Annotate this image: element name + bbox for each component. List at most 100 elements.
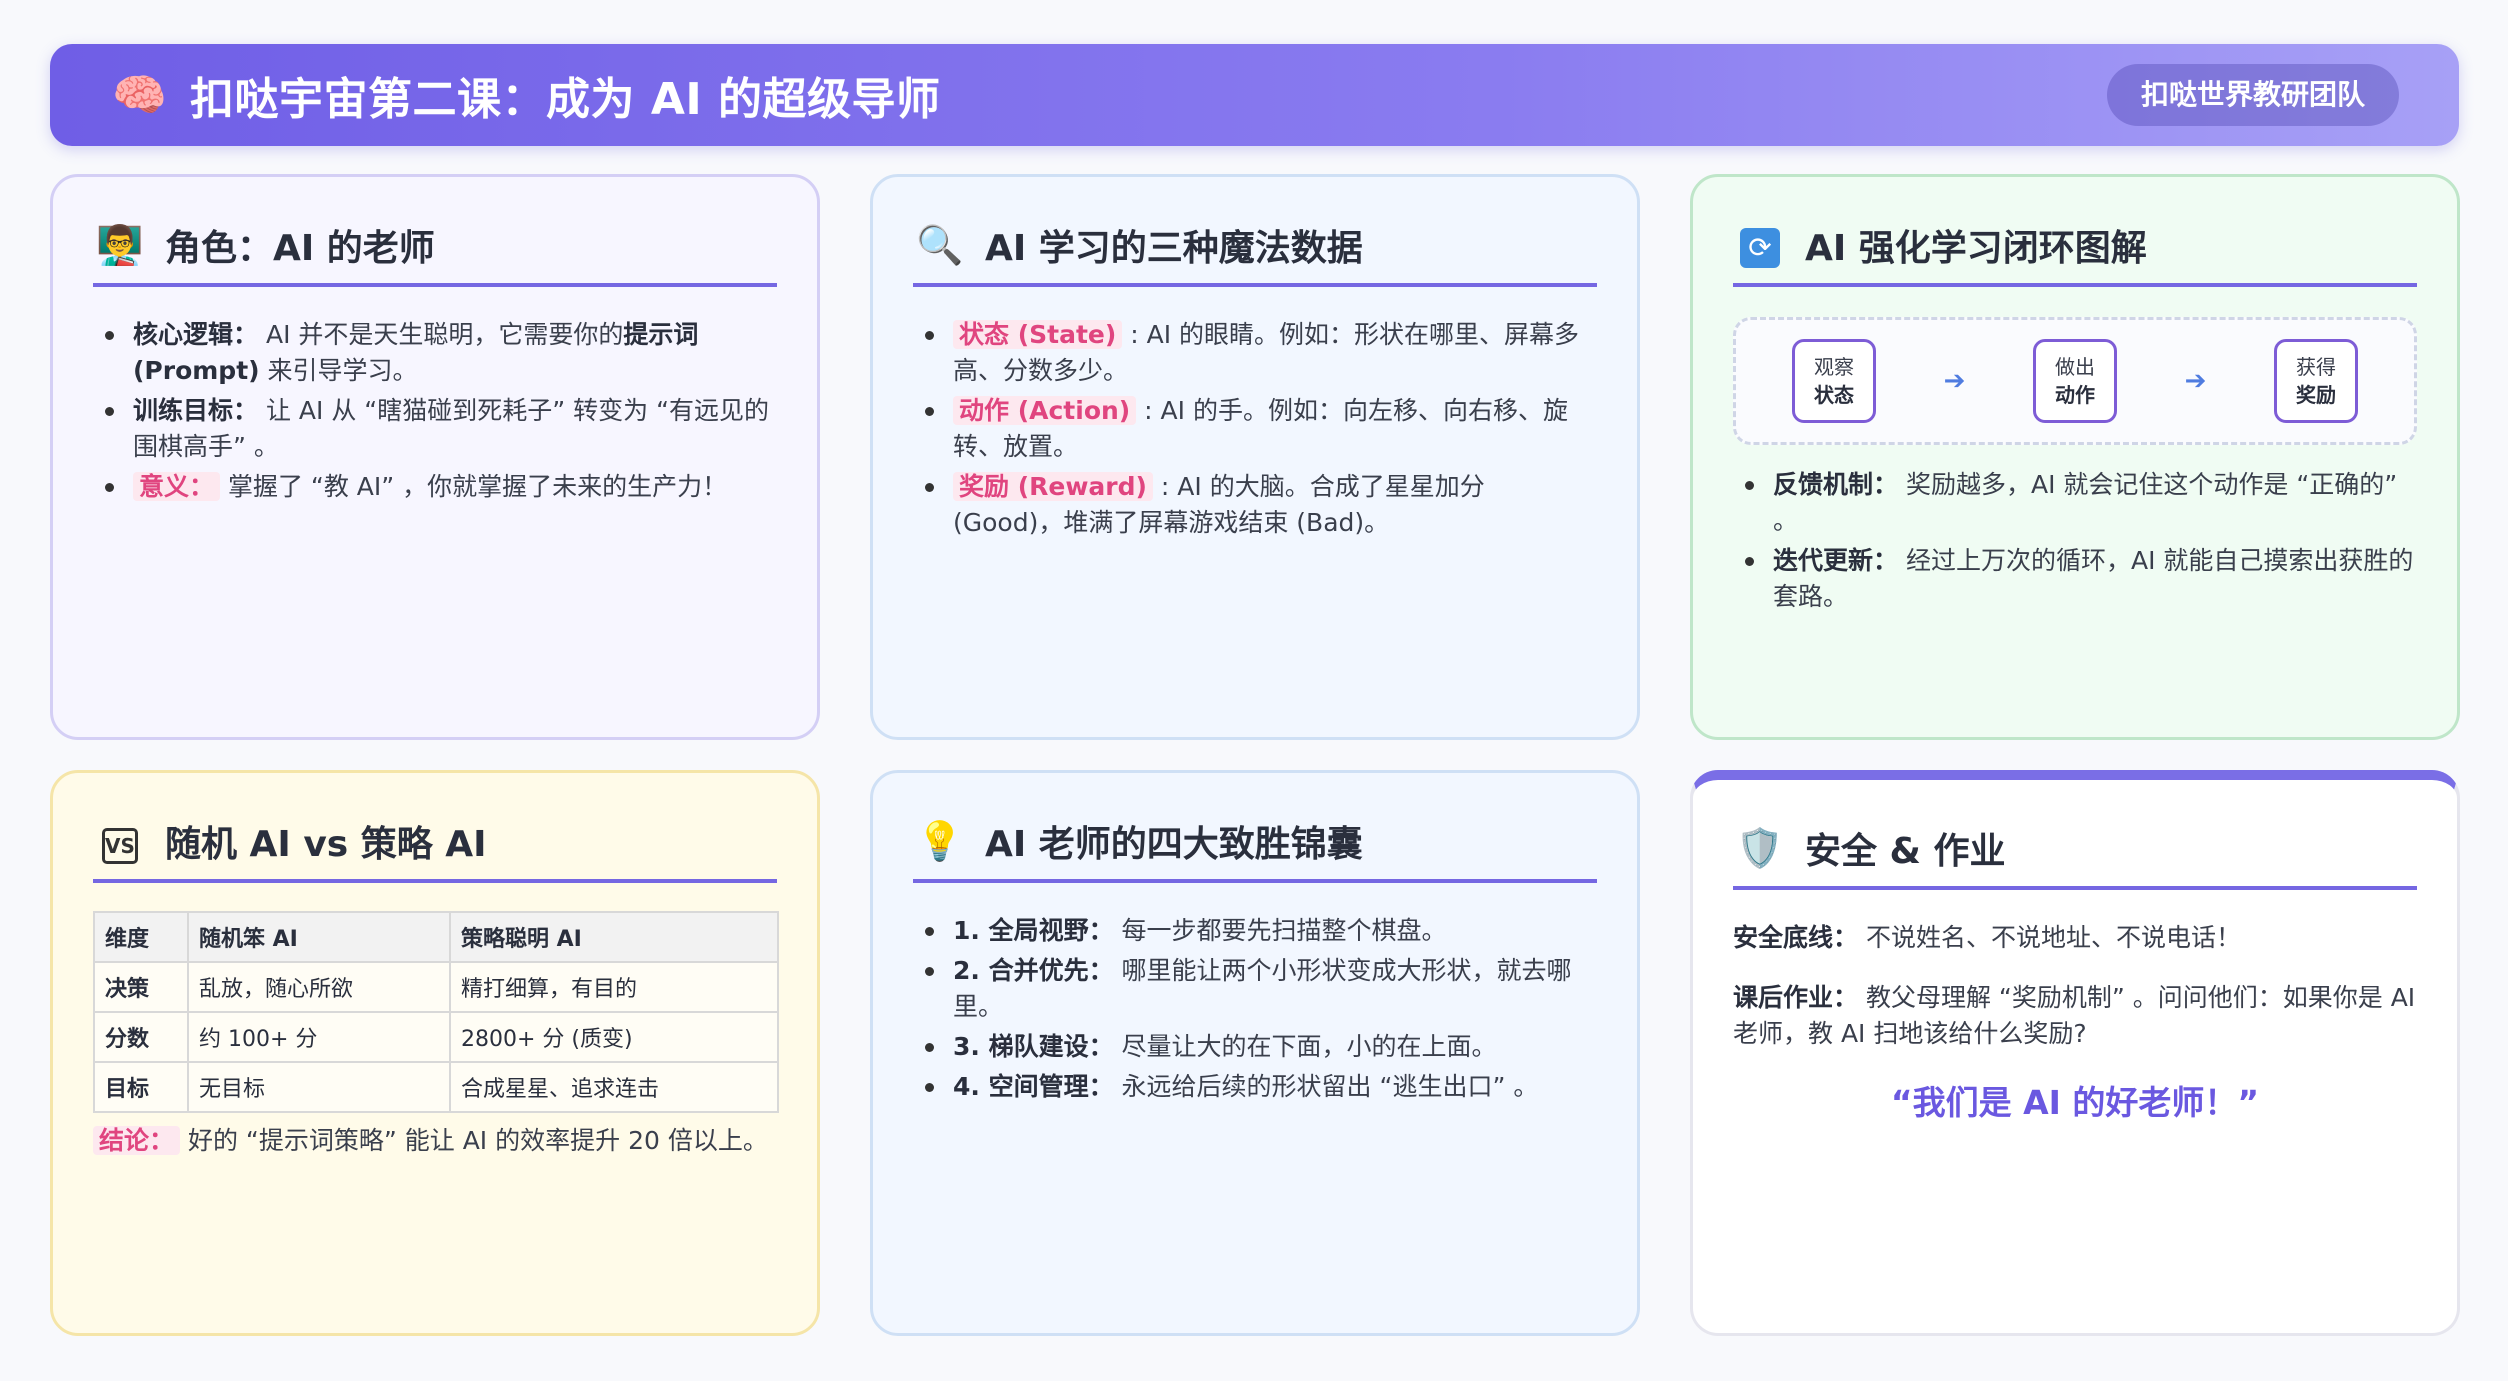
step-top-label: 做出 bbox=[2054, 355, 2095, 379]
card-header: ⟳ AI 强化学习闭环图解 bbox=[1733, 207, 2417, 287]
table-cell: 目标 bbox=[93, 1061, 189, 1113]
item-label: 奖励 (Reward) bbox=[953, 472, 1153, 501]
conclusion: 结论： 好的 “提示词策略” 能让 AI 的效率提升 20 倍以上。 bbox=[93, 1123, 777, 1159]
item-label: 1. 全局视野： bbox=[953, 916, 1114, 945]
bullet-list: 反馈机制： 奖励越多，AI 就会记住这个动作是 “正确的” 。 迭代更新： 经过… bbox=[1733, 467, 2417, 615]
table-header: 维度 bbox=[93, 911, 189, 963]
card-title: 角色：AI 的老师 bbox=[165, 228, 435, 269]
conclusion-text: 好的 “提示词策略” 能让 AI 的效率提升 20 倍以上。 bbox=[180, 1126, 768, 1155]
list-item: 4. 空间管理： 永远给后续的形状留出 “逃生出口” 。 bbox=[913, 1069, 1597, 1105]
item-label: 状态 (State) bbox=[953, 320, 1123, 349]
list-item: 迭代更新： 经过上万次的循环，AI 就能自己摸索出获胜的套路。 bbox=[1733, 543, 2417, 615]
safety-text: 不说姓名、不说地址、不说电话！ bbox=[1858, 923, 2241, 952]
table-header-row: 维度 随机笨 AI 策略聪明 AI bbox=[93, 911, 779, 963]
bullet-list: 1. 全局视野： 每一步都要先扫描整个棋盘。 2. 合并优先： 哪里能让两个小形… bbox=[913, 913, 1597, 1105]
item-label: 4. 空间管理： bbox=[953, 1072, 1114, 1101]
card-title: 随机 AI vs 策略 AI bbox=[165, 824, 487, 865]
teacher-icon: 👨‍🏫 bbox=[96, 222, 144, 267]
loop-step-act: 做出 动作 bbox=[2032, 339, 2117, 423]
table-header: 随机笨 AI bbox=[187, 911, 451, 963]
step-bottom-label: 动作 bbox=[2054, 383, 2095, 407]
list-item: 反馈机制： 奖励越多，AI 就会记住这个动作是 “正确的” 。 bbox=[1733, 467, 2417, 539]
magnifier-icon: 🔍 bbox=[916, 222, 964, 267]
table-row: 目标 无目标 合成星星、追求连击 bbox=[93, 1061, 779, 1113]
item-label: 意义： bbox=[133, 472, 221, 501]
item-label: 训练目标： bbox=[133, 396, 259, 425]
table-cell: 精打细算，有目的 bbox=[449, 961, 779, 1013]
bullet-list: 核心逻辑： AI 并不是天生聪明，它需要你的提示词 (Prompt) 来引导学习… bbox=[93, 317, 777, 505]
item-label: 2. 合并优先： bbox=[953, 956, 1114, 985]
lightbulb-icon: 💡 bbox=[916, 818, 964, 863]
list-item: 3. 梯队建设： 尽量让大的在下面，小的在上面。 bbox=[913, 1029, 1597, 1065]
homework-label: 课后作业： bbox=[1733, 983, 1859, 1012]
card-title: AI 学习的三种魔法数据 bbox=[985, 228, 1363, 269]
step-bottom-label: 状态 bbox=[1814, 383, 1854, 407]
homework-line: 课后作业： 教父母理解 “奖励机制” 。问问他们：如果你是 AI 老师，教 AI… bbox=[1733, 980, 2417, 1052]
item-label: 动作 (Action) bbox=[953, 396, 1137, 425]
magic-data-card: 🔍 AI 学习的三种魔法数据 状态 (State) : AI 的眼睛。例如：形状… bbox=[870, 174, 1640, 740]
card-header: 💡 AI 老师的四大致胜锦囊 bbox=[913, 803, 1597, 883]
list-item: 奖励 (Reward) : AI 的大脑。合成了星星加分 (Good)，堆满了屏… bbox=[913, 469, 1597, 541]
item-text: 尽量让大的在下面，小的在上面。 bbox=[1113, 1032, 1497, 1061]
card-header: 🛡️ 安全 & 作业 bbox=[1733, 810, 2417, 890]
arrow-right-icon: ➔ bbox=[2184, 366, 2207, 396]
table-cell: 无目标 bbox=[187, 1061, 451, 1113]
shield-icon: 🛡️ bbox=[1736, 825, 1784, 870]
card-header: 🔍 AI 学习的三种魔法数据 bbox=[913, 207, 1597, 287]
loop-diagram: 观察 状态 ➔ 做出 动作 ➔ 获得 奖励 bbox=[1733, 317, 2417, 445]
card-header: VS 随机 AI vs 策略 AI bbox=[93, 803, 777, 883]
step-top-label: 观察 bbox=[1814, 355, 1854, 379]
brain-icon: 🧠 bbox=[112, 70, 167, 121]
card-header: 👨‍🏫 角色：AI 的老师 bbox=[93, 207, 777, 287]
table-cell: 决策 bbox=[93, 961, 189, 1013]
table-row: 决策 乱放，随心所欲 精打细算，有目的 bbox=[93, 961, 779, 1013]
table-cell: 2800+ 分 (质变) bbox=[449, 1011, 779, 1063]
tips-card: 💡 AI 老师的四大致胜锦囊 1. 全局视野： 每一步都要先扫描整个棋盘。 2.… bbox=[870, 770, 1640, 1336]
table-cell: 约 100+ 分 bbox=[187, 1011, 451, 1063]
cycle-icon: ⟳ bbox=[1733, 222, 1787, 268]
list-item: 1. 全局视野： 每一步都要先扫描整个棋盘。 bbox=[913, 913, 1597, 949]
loop-step-reward: 获得 奖励 bbox=[2273, 339, 2358, 423]
table-cell: 分数 bbox=[93, 1011, 189, 1063]
step-top-label: 获得 bbox=[2295, 355, 2336, 379]
list-item: 意义： 掌握了 “教 AI” ，你就掌握了未来的生产力！ bbox=[93, 469, 777, 505]
table-cell: 合成星星、追求连击 bbox=[449, 1061, 779, 1113]
item-text: 永远给后续的形状留出 “逃生出口” 。 bbox=[1113, 1072, 1539, 1101]
comparison-table: 维度 随机笨 AI 策略聪明 AI 决策 乱放，随心所欲 精打细算，有目的 分数… bbox=[93, 911, 779, 1113]
table-cell: 乱放，随心所欲 bbox=[187, 961, 451, 1013]
bullet-list: 状态 (State) : AI 的眼睛。例如：形状在哪里、屏幕多高、分数多少。 … bbox=[913, 317, 1597, 541]
list-item: 动作 (Action) : AI 的手。例如：向左移、向右移、旋转、放置。 bbox=[913, 393, 1597, 465]
arrow-right-icon: ➔ bbox=[1943, 366, 1966, 396]
list-item: 核心逻辑： AI 并不是天生聪明，它需要你的提示词 (Prompt) 来引导学习… bbox=[93, 317, 777, 389]
role-card: 👨‍🏫 角色：AI 的老师 核心逻辑： AI 并不是天生聪明，它需要你的提示词 … bbox=[50, 174, 820, 740]
table-row: 分数 约 100+ 分 2800+ 分 (质变) bbox=[93, 1011, 779, 1063]
list-item: 状态 (State) : AI 的眼睛。例如：形状在哪里、屏幕多高、分数多少。 bbox=[913, 317, 1597, 389]
item-label: 核心逻辑： bbox=[133, 320, 259, 349]
header-banner: 🧠 扣哒宇宙第二课：成为 AI 的超级导师 扣哒世界教研团队 bbox=[50, 44, 2459, 146]
item-text: AI 并不是天生聪明，它需要你的 bbox=[258, 320, 624, 349]
team-badge: 扣哒世界教研团队 bbox=[2106, 64, 2399, 126]
loop-step-observe: 观察 状态 bbox=[1792, 339, 1876, 423]
safety-card: 🛡️ 安全 & 作业 安全底线： 不说姓名、不说地址、不说电话！ 课后作业： 教… bbox=[1690, 770, 2460, 1336]
step-bottom-label: 奖励 bbox=[2295, 383, 2336, 407]
safety-line: 安全底线： 不说姓名、不说地址、不说电话！ bbox=[1733, 920, 2417, 956]
compare-card: VS 随机 AI vs 策略 AI 维度 随机笨 AI 策略聪明 AI 决策 乱… bbox=[50, 770, 820, 1336]
table-header: 策略聪明 AI bbox=[449, 911, 779, 963]
item-text: 每一步都要先扫描整个棋盘。 bbox=[1113, 916, 1447, 945]
item-label: 反馈机制： bbox=[1773, 470, 1899, 499]
card-title: AI 强化学习闭环图解 bbox=[1805, 228, 2147, 269]
item-text: 掌握了 “教 AI” ，你就掌握了未来的生产力！ bbox=[220, 472, 728, 501]
vs-icon: VS bbox=[93, 818, 147, 864]
page-title: 扣哒宇宙第二课：成为 AI 的超级导师 bbox=[190, 74, 941, 125]
list-item: 训练目标： 让 AI 从 “瞎猫碰到死耗子” 转变为 “有远见的围棋高手” 。 bbox=[93, 393, 777, 465]
closing-quote: “我们是 AI 的好老师！” bbox=[1890, 1083, 2260, 1122]
card-title: 安全 & 作业 bbox=[1805, 831, 2006, 872]
safety-label: 安全底线： bbox=[1733, 923, 1859, 952]
card-title: AI 老师的四大致胜锦囊 bbox=[985, 824, 1363, 865]
item-text: 来引导学习。 bbox=[259, 356, 418, 385]
rl-loop-card: ⟳ AI 强化学习闭环图解 观察 状态 ➔ 做出 动作 ➔ 获得 奖励 反馈机制… bbox=[1690, 174, 2460, 740]
list-item: 2. 合并优先： 哪里能让两个小形状变成大形状，就去哪里。 bbox=[913, 953, 1597, 1025]
item-label: 迭代更新： bbox=[1773, 546, 1899, 575]
conclusion-label: 结论： bbox=[93, 1126, 181, 1155]
item-label: 3. 梯队建设： bbox=[953, 1032, 1114, 1061]
